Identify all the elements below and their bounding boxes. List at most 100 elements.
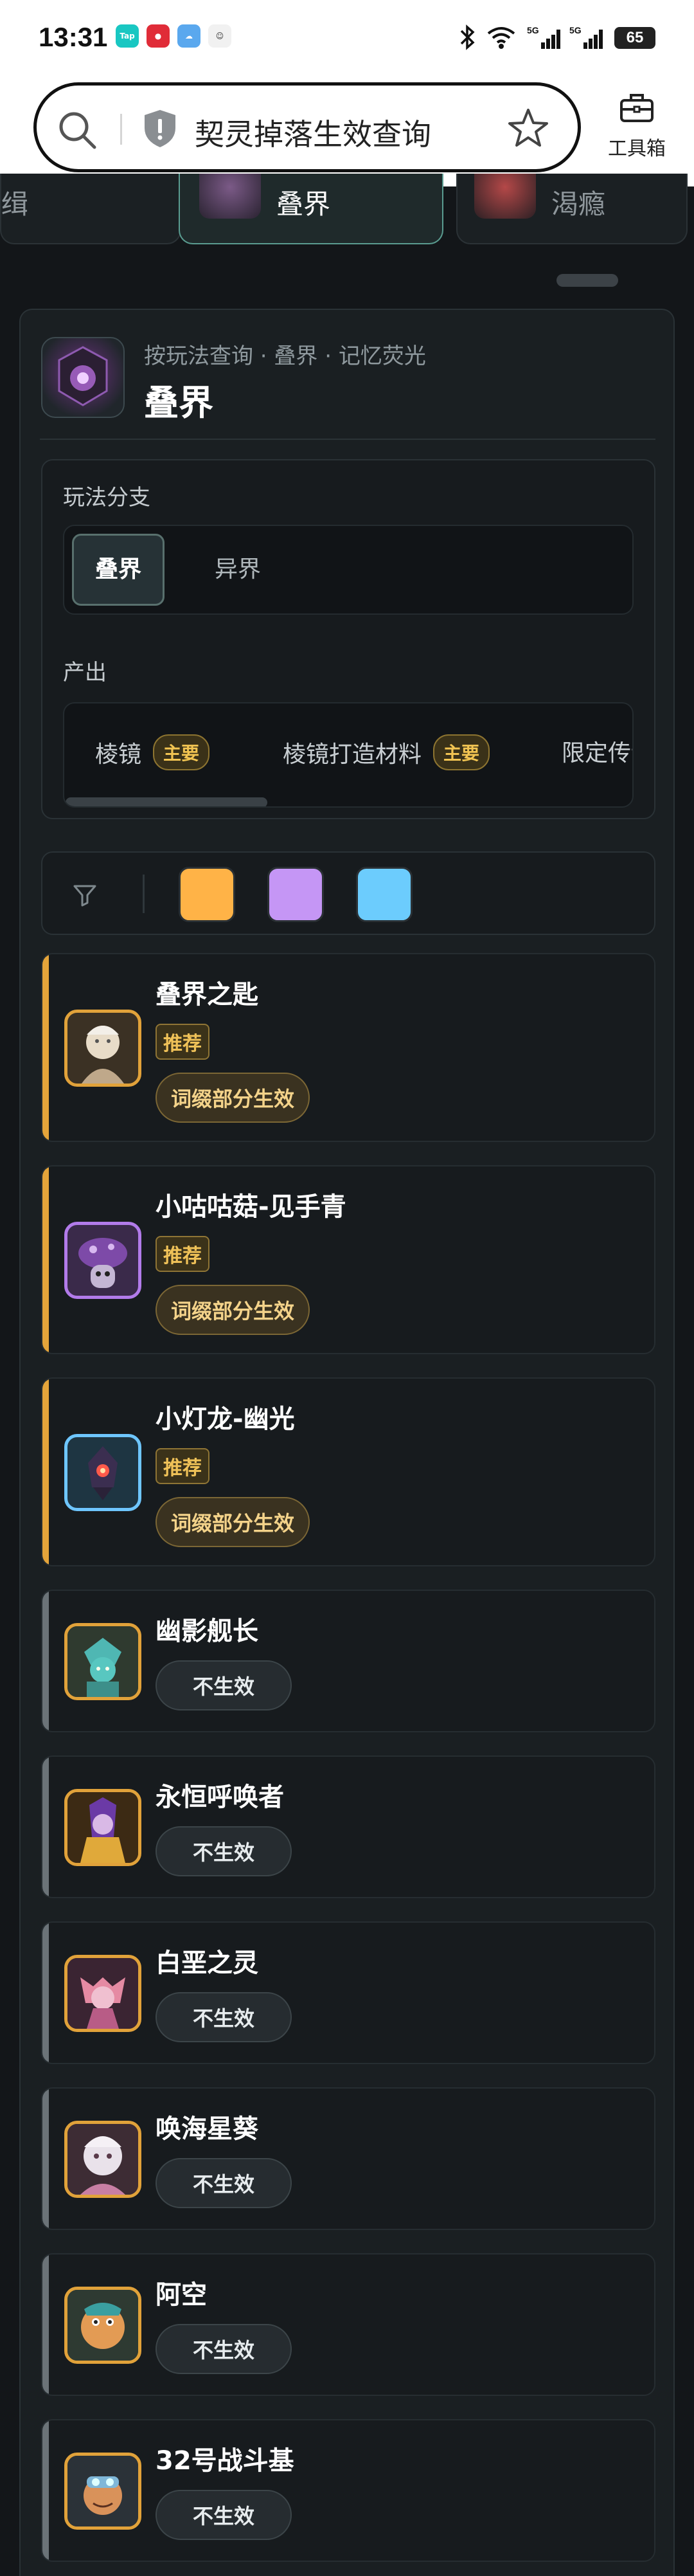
accent-bar <box>42 1379 49 1565</box>
item-avatar <box>64 2453 141 2530</box>
output-chip-prism[interactable]: 棱镜 主要 <box>95 734 210 770</box>
output-chip-prism-material[interactable]: 棱镜打造材料 主要 <box>283 734 490 770</box>
favorite-star-icon[interactable] <box>506 106 551 154</box>
divider <box>40 439 655 440</box>
item-avatar <box>64 1434 141 1511</box>
status-time: 13:31 <box>39 22 108 52</box>
status-badge: 词缀部分生效 <box>156 1285 310 1335</box>
filter-divider <box>143 875 145 913</box>
main-panel: 按玩法查询 · 叠界 · 记忆荧光 叠界 玩法分支 叠界 异界 产出 棱镜 主要… <box>19 309 675 2576</box>
rarity-color-filter <box>41 851 655 935</box>
page-title: 叠界 <box>144 383 213 423</box>
item-name: 幽影舰长 <box>156 1617 258 1646</box>
output-chip-label: 限定传说 <box>562 740 632 766</box>
item-name: 叠界之匙 <box>156 980 258 1010</box>
item-avatar <box>64 1623 141 1700</box>
list-item[interactable]: 叠界之匙 推荐 词缀部分生效 <box>41 953 655 1142</box>
list-item[interactable]: 唤海星葵 不生效 <box>41 2087 655 2230</box>
branch-option-yijie[interactable]: 异界 <box>193 534 283 606</box>
tab-previous[interactable]: 缉 <box>0 174 181 244</box>
list-item[interactable]: 永恒呼唤者 不生效 <box>41 1755 655 1898</box>
tab-label: 渴瘾 <box>551 188 606 220</box>
bluetooth-icon <box>459 24 477 50</box>
filter-funnel-icon[interactable] <box>72 882 98 911</box>
signal-5g-icon-2: 5G <box>569 24 605 50</box>
status-badge: 不生效 <box>156 2324 292 2374</box>
list-item[interactable]: 白垩之灵 不生效 <box>41 1921 655 2064</box>
output-chip-label: 棱镜打造材料 <box>283 741 422 768</box>
item-avatar <box>64 2121 141 2198</box>
list-item[interactable]: 小灯龙-幽光 推荐 词缀部分生效 <box>41 1377 655 1566</box>
wifi-icon <box>486 24 517 50</box>
toolbox-icon <box>618 94 656 129</box>
item-avatar <box>64 1010 141 1087</box>
battery-indicator: 65 <box>614 27 655 49</box>
accent-bar <box>42 2254 49 2395</box>
branch-segmented-control: 叠界 异界 <box>63 525 634 615</box>
status-badge: 词缀部分生效 <box>156 1497 310 1547</box>
tab-label: 叠界 <box>276 188 331 220</box>
mode-emblem-image <box>41 337 125 418</box>
accent-bar <box>42 1923 49 2063</box>
item-name: 32号战斗基 <box>156 2446 294 2476</box>
output-label: 产出 <box>63 660 107 685</box>
avatar-app-icon: ☺ <box>208 24 231 48</box>
main-tag: 主要 <box>153 734 210 770</box>
toolbox-label: 工具箱 <box>608 138 666 160</box>
filter-box: 玩法分支 叠界 异界 产出 棱镜 主要 棱镜打造材料 主要 限定传说 <box>41 459 655 819</box>
recommend-badge: 推荐 <box>156 1024 209 1060</box>
status-badge: 不生效 <box>156 1660 292 1710</box>
security-shield-icon[interactable] <box>141 107 179 152</box>
accent-bar <box>42 1591 49 1731</box>
list-item[interactable]: 阿空 不生效 <box>41 2253 655 2396</box>
item-name: 白垩之灵 <box>156 1948 258 1978</box>
accent-bar <box>42 954 49 1141</box>
search-bar[interactable]: 契灵掉落生效查询 <box>33 82 581 172</box>
status-bar: 13:31 Tap ● ☁ ☺ 5G 5G 65 <box>0 0 694 77</box>
search-icon <box>56 109 98 154</box>
output-chip-row[interactable]: 棱镜 主要 棱镜打造材料 主要 限定传说 <box>63 702 634 808</box>
branch-option-dieji[interactable]: 叠界 <box>72 534 165 606</box>
tabs-scrollbar[interactable] <box>556 274 618 287</box>
recommend-badge: 推荐 <box>156 1236 209 1272</box>
item-avatar <box>64 2287 141 2364</box>
weather-app-icon: ☁ <box>177 24 200 48</box>
accent-bar <box>42 2089 49 2229</box>
item-avatar <box>64 1222 141 1299</box>
tab-keyin-thumbnail <box>474 174 536 219</box>
accent-bar <box>42 2420 49 2561</box>
output-scrollbar[interactable] <box>66 797 267 806</box>
breadcrumb: 按玩法查询 · 叠界 · 记忆荧光 <box>144 343 426 369</box>
toolbox-button[interactable]: 工具箱 <box>601 90 672 161</box>
color-swatch-blue[interactable] <box>356 867 413 922</box>
svg-text:5G: 5G <box>527 25 539 35</box>
mode-tabs-strip[interactable]: 缉 叠界 渴瘾 <box>0 174 688 289</box>
tab-dieji-thumbnail <box>199 174 261 219</box>
output-chip-label: 棱镜 <box>95 741 142 768</box>
search-divider <box>120 114 122 145</box>
taptap-app-icon: Tap <box>116 24 139 48</box>
search-header: 契灵掉落生效查询 工具箱 <box>0 77 694 186</box>
status-badge: 不生效 <box>156 1992 292 2042</box>
status-badge: 词缀部分生效 <box>156 1073 310 1123</box>
accent-bar <box>42 1166 49 1353</box>
list-item[interactable]: 32号战斗基 不生效 <box>41 2419 655 2562</box>
color-swatch-purple[interactable] <box>267 867 324 922</box>
item-name: 阿空 <box>156 2280 207 2310</box>
branch-label: 玩法分支 <box>63 485 150 511</box>
item-avatar <box>64 1789 141 1866</box>
tab-dieji[interactable]: 叠界 <box>179 174 443 244</box>
tab-keyin[interactable]: 渴瘾 <box>456 174 688 244</box>
item-name: 小咕咕菇-见手青 <box>156 1192 346 1222</box>
list-item[interactable]: 小咕咕菇-见手青 推荐 词缀部分生效 <box>41 1165 655 1354</box>
search-query[interactable]: 契灵掉落生效查询 <box>195 111 431 154</box>
accent-bar <box>42 1757 49 1897</box>
status-badge: 不生效 <box>156 1826 292 1876</box>
tab-label: 缉 <box>1 188 29 220</box>
signal-5g-icon-1: 5G <box>527 24 563 50</box>
item-name: 永恒呼唤者 <box>156 1782 284 1812</box>
output-chip-limited-legend[interactable]: 限定传说 <box>562 734 632 768</box>
list-item[interactable]: 幽影舰长 不生效 <box>41 1590 655 1732</box>
red-app-icon: ● <box>147 24 170 48</box>
color-swatch-orange[interactable] <box>179 867 235 922</box>
